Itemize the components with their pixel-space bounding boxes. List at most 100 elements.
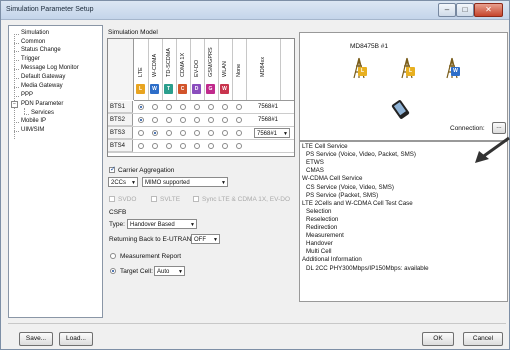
rat-radio[interactable] <box>208 130 214 136</box>
row-divider <box>108 126 294 127</box>
tree-item-common[interactable]: Common <box>21 39 45 45</box>
topology-diagram: MD8475B #1 L L W Connection: ... <box>299 32 508 141</box>
tree-item-uim-sim[interactable]: UIM/SIM <box>21 127 44 133</box>
phone-icon <box>391 99 410 120</box>
rat-radio[interactable] <box>152 130 158 136</box>
target-cell-radio[interactable] <box>110 268 116 274</box>
rat-radio[interactable] <box>236 104 242 110</box>
rat-radio[interactable] <box>194 130 200 136</box>
mimo-dropdown[interactable]: MIMO supported ▼ <box>142 177 228 187</box>
rat-radio[interactable] <box>222 117 228 123</box>
tree-item-status-change[interactable]: Status Change <box>21 47 61 53</box>
rat-radio[interactable] <box>166 117 172 123</box>
title-bar: Simulation Parameter Setup – □ ✕ <box>1 1 509 20</box>
bts-row-label: BTS4 <box>108 140 133 152</box>
info-line: CS Service (Voice, Video, SMS) <box>306 183 394 191</box>
tree-item-services[interactable]: Services <box>31 110 54 116</box>
rat-radio[interactable] <box>236 143 242 149</box>
settings-tree[interactable]: − Simulation Common Status Change Trigge… <box>8 25 103 318</box>
rat-radio[interactable] <box>180 117 186 123</box>
tree-item-mobile-ip[interactable]: Mobile IP <box>21 118 46 124</box>
wcdma-badge: W <box>451 67 460 76</box>
rat-radio[interactable] <box>208 117 214 123</box>
rat-radio[interactable] <box>166 104 172 110</box>
md-select-dropdown[interactable]: 7568#1 ▼ <box>254 128 290 138</box>
csfb-type-dropdown[interactable]: Handover Based ▼ <box>127 219 197 229</box>
rat-radio[interactable] <box>180 130 186 136</box>
rat-radio[interactable] <box>194 143 200 149</box>
row-divider <box>108 152 294 153</box>
collapse-toggle-icon[interactable]: − <box>11 101 18 108</box>
target-cell-dropdown[interactable]: Auto ▼ <box>154 266 185 276</box>
column-header: W-CDMA W <box>148 39 163 100</box>
save-button[interactable]: Save... <box>19 332 53 346</box>
rat-badge-icon: L <box>136 84 145 94</box>
rat-radio[interactable] <box>236 130 242 136</box>
dialog-window: Simulation Parameter Setup – □ ✕ − Simul… <box>0 0 510 350</box>
info-line: Handover <box>306 240 333 248</box>
tree-item-simulation[interactable]: Simulation <box>21 30 49 36</box>
simulation-model-heading: Simulation Model <box>108 29 158 36</box>
close-button[interactable]: ✕ <box>474 3 503 17</box>
rat-radio[interactable] <box>138 117 144 123</box>
rat-radio[interactable] <box>166 143 172 149</box>
rat-radio[interactable] <box>138 130 144 136</box>
svlte-checkbox[interactable] <box>151 196 157 202</box>
ok-button[interactable]: OK <box>422 332 454 346</box>
csfb-heading: CSFB <box>109 209 127 216</box>
rat-badge-icon: C <box>178 84 187 94</box>
minimize-button[interactable]: – <box>438 3 456 17</box>
tree-item-pdn-parameter[interactable]: PDN Parameter <box>21 101 63 107</box>
tree-item-media-gateway[interactable]: Media Gateway <box>21 83 63 89</box>
cc-count-dropdown[interactable]: 2CCs ▼ <box>108 177 138 187</box>
carrier-aggregation-checkbox[interactable] <box>109 165 116 173</box>
tree-item-ppp[interactable]: PPP <box>21 92 33 98</box>
column-header: WLAN W <box>218 39 233 100</box>
tree-item-message-log-monitor[interactable]: Message Log Monitor <box>21 65 79 71</box>
rat-radio[interactable] <box>236 117 242 123</box>
tree-item-trigger[interactable]: Trigger <box>21 56 40 62</box>
info-line: PS Service (Packet, SMS) <box>306 191 379 199</box>
rat-radio[interactable] <box>138 104 144 110</box>
rat-radio[interactable] <box>180 143 186 149</box>
measurement-report-radio[interactable] <box>110 253 116 259</box>
rat-radio[interactable] <box>166 130 172 136</box>
info-line: Multi Cell <box>306 248 332 256</box>
svdo-checkbox[interactable] <box>109 196 115 202</box>
sync-label: Sync LTE & CDMA 1X, EV-DO <box>202 196 291 203</box>
connection-browse-button[interactable]: ... <box>492 122 506 134</box>
rat-radio[interactable] <box>194 104 200 110</box>
simulation-model-grid: LTE L W-CDMA W TD-SCDMA T CDMA 1X C EV-DO D GSM/GP… <box>107 38 295 157</box>
tree-item-default-gateway[interactable]: Default Gateway <box>21 74 65 80</box>
rat-radio[interactable] <box>208 104 214 110</box>
return-eutran-dropdown[interactable]: OFF ▼ <box>191 234 220 244</box>
rat-badge-icon: T <box>164 84 173 94</box>
chevron-down-icon: ▼ <box>178 269 183 275</box>
measurement-report-label: Measurement Report <box>120 253 182 260</box>
rat-radio[interactable] <box>152 104 158 110</box>
info-line: Redirection <box>306 224 338 231</box>
column-header: CDMA 1X C <box>176 39 191 100</box>
connection-label: Connection: <box>450 125 485 132</box>
column-header: LTE L <box>134 39 149 100</box>
svdo-label: SVDO <box>118 196 137 203</box>
rat-radio[interactable] <box>222 104 228 110</box>
rat-radio[interactable] <box>152 117 158 123</box>
row-divider <box>108 139 294 140</box>
sync-checkbox[interactable] <box>193 196 199 202</box>
rat-radio[interactable] <box>208 143 214 149</box>
rat-radio[interactable] <box>222 130 228 136</box>
rat-radio[interactable] <box>194 117 200 123</box>
md-value: 7568#1 <box>258 117 279 123</box>
rat-radio[interactable] <box>180 104 186 110</box>
maximize-button[interactable]: □ <box>456 3 474 17</box>
rat-radio[interactable] <box>138 143 144 149</box>
rat-badge-icon: W <box>150 84 159 94</box>
rat-radio[interactable] <box>152 143 158 149</box>
load-button[interactable]: Load... <box>59 332 93 346</box>
column-header: GSM/GPRS G <box>204 39 219 100</box>
info-line: DL 2CC PHY300Mbps/IP150Mbps: available <box>306 264 429 272</box>
cancel-button[interactable]: Cancel <box>463 332 503 346</box>
rat-radio[interactable] <box>222 143 228 149</box>
info-line: LTE 2Cells and W-CDMA Cell Test Case <box>302 199 413 207</box>
